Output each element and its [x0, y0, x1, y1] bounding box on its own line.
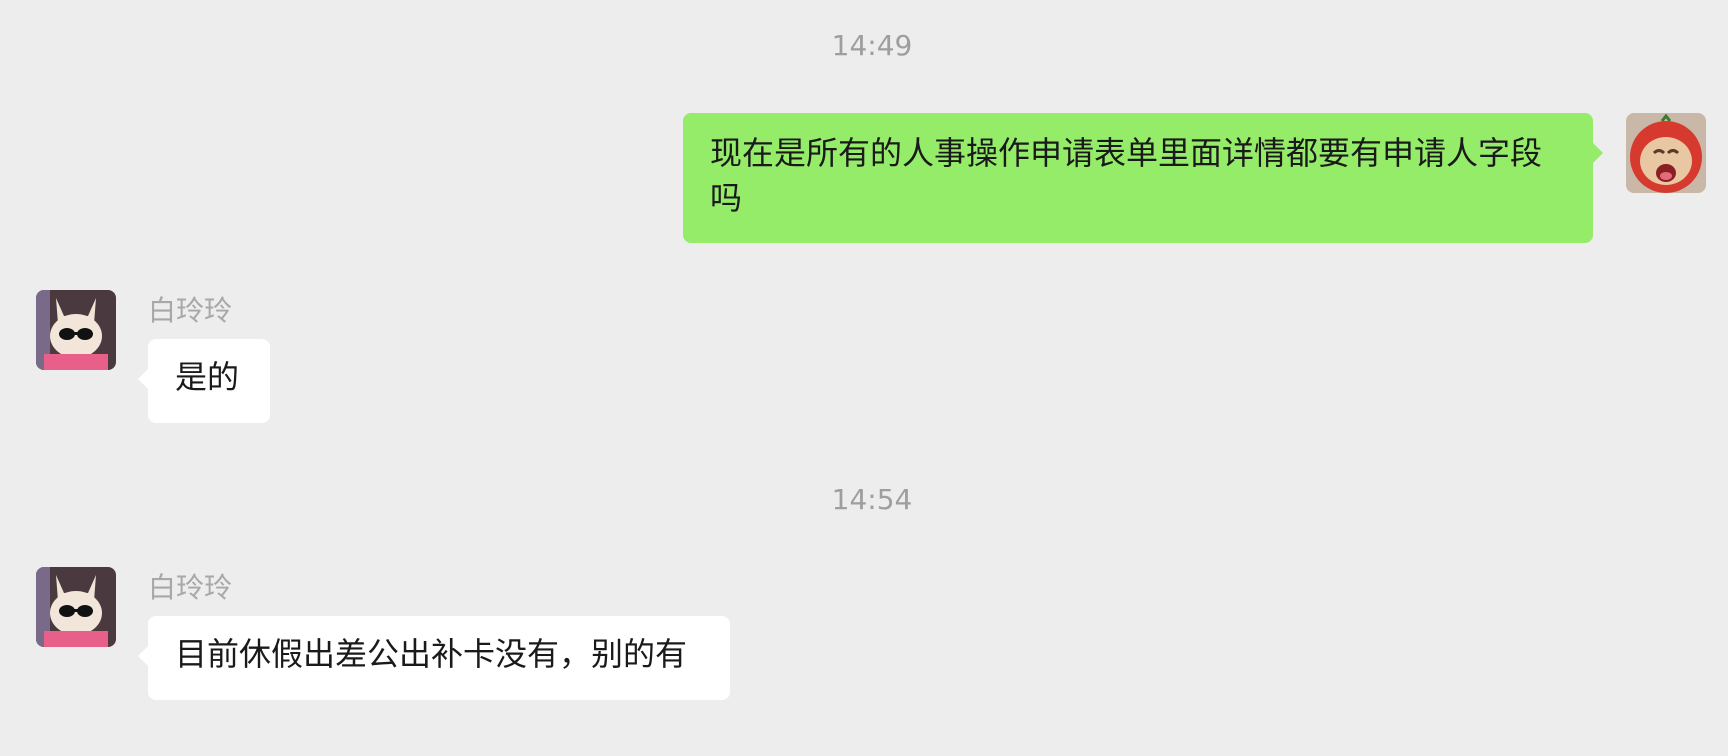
contact-avatar[interactable] [36, 290, 116, 370]
sunglasses-cat-icon [36, 290, 116, 370]
my-avatar[interactable] [1626, 113, 1706, 193]
incoming-message-bubble[interactable]: 是的 [138, 339, 270, 423]
sunglasses-cat-icon [36, 567, 116, 647]
timestamp: 14:49 [831, 29, 913, 62]
message-text: 现在是所有的人事操作申请表单里面详情都要有申请人字段吗 [710, 134, 1543, 217]
contact-avatar[interactable] [36, 567, 116, 647]
timestamp: 14:54 [831, 483, 913, 516]
incoming-message-bubble[interactable]: 目前休假出差公出补卡没有，别的有 [138, 616, 730, 700]
outgoing-message-bubble[interactable]: 现在是所有的人事操作申请表单里面详情都要有申请人字段吗 [683, 113, 1603, 243]
message-text: 是的 [175, 358, 240, 396]
message-text: 目前休假出差公出补卡没有，别的有 [175, 635, 688, 673]
sender-name: 白玲玲 [148, 571, 233, 604]
sender-name: 白玲玲 [148, 294, 233, 327]
tomato-hat-dog-icon [1626, 113, 1706, 193]
